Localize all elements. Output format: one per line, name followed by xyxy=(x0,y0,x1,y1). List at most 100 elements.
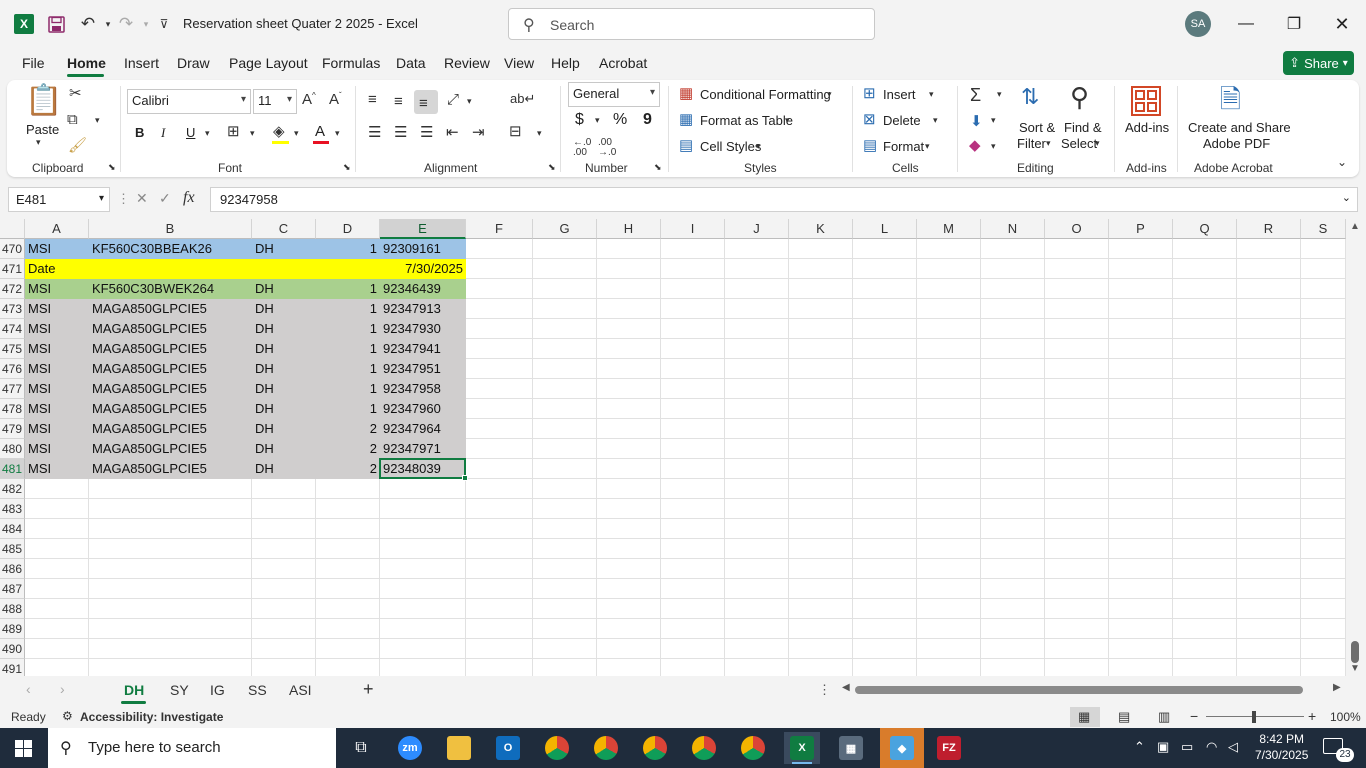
cell-b483[interactable] xyxy=(89,499,252,519)
column-header-n[interactable]: N xyxy=(981,219,1045,239)
cell-e478[interactable]: 92347960 xyxy=(380,399,466,419)
zoom-app-icon[interactable]: zm xyxy=(392,732,428,764)
cell-c479[interactable]: DH xyxy=(252,419,316,439)
cell-a471[interactable]: Date xyxy=(25,259,89,279)
conditional-formatting-icon[interactable]: ▦ xyxy=(679,86,693,101)
cell-d481[interactable]: 2 xyxy=(316,459,380,479)
clear-icon[interactable]: ◆ xyxy=(969,138,981,153)
cell-c482[interactable] xyxy=(252,479,316,499)
cell-a489[interactable] xyxy=(25,619,89,639)
cell-d486[interactable] xyxy=(316,559,380,579)
menu-formulas[interactable]: Formulas xyxy=(322,55,380,71)
windows-start-icon[interactable] xyxy=(15,740,32,757)
column-header-h[interactable]: H xyxy=(597,219,661,239)
row-header[interactable]: 473 xyxy=(0,299,25,319)
format-cells-button[interactable]: Format xyxy=(883,139,924,154)
cell-e487[interactable] xyxy=(380,579,466,599)
fill-color-icon[interactable]: ◈ xyxy=(273,124,285,139)
cell-e488[interactable] xyxy=(380,599,466,619)
excel-taskbar-icon[interactable]: X xyxy=(784,732,820,764)
cell-e483[interactable] xyxy=(380,499,466,519)
cell-d470[interactable]: 1 xyxy=(316,239,380,259)
scroll-up-icon[interactable]: ▲ xyxy=(1350,221,1360,232)
conditional-formatting-button[interactable]: Conditional Formatting xyxy=(700,87,831,102)
sort-filter-label-1[interactable]: Sort & xyxy=(1019,120,1055,135)
row-header[interactable]: 486 xyxy=(0,559,25,579)
cell-c488[interactable] xyxy=(252,599,316,619)
chrome-profile-3-icon[interactable] xyxy=(637,732,673,764)
cell-d484[interactable] xyxy=(316,519,380,539)
row-header[interactable]: 491 xyxy=(0,659,25,676)
column-header-m[interactable]: M xyxy=(917,219,981,239)
align-center-icon[interactable]: ☰ xyxy=(394,125,407,140)
align-top-icon[interactable]: ≡ xyxy=(368,92,377,107)
cell-b476[interactable]: MAGA850GLPCIE5 xyxy=(89,359,252,379)
menu-acrobat[interactable]: Acrobat xyxy=(599,55,647,71)
cell-c486[interactable] xyxy=(252,559,316,579)
borders-dropdown-icon[interactable]: ▾ xyxy=(250,129,255,138)
cell-e474[interactable]: 92347930 xyxy=(380,319,466,339)
sheet-tab-ss[interactable]: SS xyxy=(248,682,267,698)
borders-icon[interactable]: ⊞ xyxy=(227,124,240,139)
enter-icon[interactable]: ✓ xyxy=(159,190,171,207)
align-left-icon[interactable]: ☰ xyxy=(368,125,381,140)
conditional-formatting-dropdown-icon[interactable]: ▾ xyxy=(827,90,832,99)
row-header[interactable]: 489 xyxy=(0,619,25,639)
column-header-e[interactable]: E xyxy=(380,219,466,239)
row-header[interactable]: 477 xyxy=(0,379,25,399)
scroll-down-icon[interactable]: ▼ xyxy=(1350,663,1360,674)
merge-center-icon[interactable]: ⊟ xyxy=(509,124,522,139)
sheet-tab-asi[interactable]: ASI xyxy=(289,682,312,698)
copy-icon[interactable]: ⧉ xyxy=(67,112,78,127)
zoom-slider-thumb[interactable] xyxy=(1252,711,1256,723)
expand-formula-icon[interactable]: ⌄ xyxy=(1342,191,1351,204)
cell-a479[interactable]: MSI xyxy=(25,419,89,439)
cell-d488[interactable] xyxy=(316,599,380,619)
meet-now-icon[interactable]: ▣ xyxy=(1157,739,1169,755)
cell-a472[interactable]: MSI xyxy=(25,279,89,299)
row-header[interactable]: 487 xyxy=(0,579,25,599)
font-launcher-icon[interactable]: ⬊ xyxy=(343,163,351,172)
row-header[interactable]: 478 xyxy=(0,399,25,419)
column-header-f[interactable]: F xyxy=(466,219,533,239)
italic-button[interactable]: I xyxy=(161,125,165,141)
menu-view[interactable]: View xyxy=(504,55,534,71)
sort-filter-icon[interactable]: ⇅ xyxy=(1021,86,1039,108)
orientation-dropdown-icon[interactable]: ▾ xyxy=(467,97,472,106)
chrome-profile-5-icon[interactable] xyxy=(735,732,771,764)
outlook-icon[interactable]: O xyxy=(490,732,526,764)
currency-button[interactable]: $ xyxy=(575,111,584,129)
cell-d478[interactable]: 1 xyxy=(316,399,380,419)
find-select-icon[interactable]: ⚲ xyxy=(1070,84,1089,110)
row-header[interactable]: 480 xyxy=(0,439,25,459)
cell-styles-dropdown-icon[interactable]: ▾ xyxy=(756,142,761,151)
cell-a483[interactable] xyxy=(25,499,89,519)
menu-home[interactable]: Home xyxy=(67,55,106,71)
cell-e486[interactable] xyxy=(380,559,466,579)
cell-a480[interactable]: MSI xyxy=(25,439,89,459)
increase-indent-icon[interactable]: ⇥ xyxy=(472,125,485,140)
alignment-launcher-icon[interactable]: ⬊ xyxy=(548,163,556,172)
font-color-dropdown-icon[interactable]: ▾ xyxy=(335,129,340,138)
insert-cells-dropdown-icon[interactable]: ▾ xyxy=(929,90,934,99)
menu-review[interactable]: Review xyxy=(444,55,490,71)
find-select-label-2[interactable]: Select xyxy=(1061,136,1097,151)
cell-c485[interactable] xyxy=(252,539,316,559)
sheet-tab-dh[interactable]: DH xyxy=(124,682,144,698)
merge-dropdown-icon[interactable]: ▾ xyxy=(537,129,542,138)
cell-c483[interactable] xyxy=(252,499,316,519)
cell-d471[interactable] xyxy=(316,259,380,279)
cell-b479[interactable]: MAGA850GLPCIE5 xyxy=(89,419,252,439)
cell-b475[interactable]: MAGA850GLPCIE5 xyxy=(89,339,252,359)
format-as-table-button[interactable]: Format as Table xyxy=(700,113,793,128)
create-pdf-label-1[interactable]: Create and Share xyxy=(1188,120,1291,135)
column-header-c[interactable]: C xyxy=(252,219,316,239)
cell-e476[interactable]: 92347951 xyxy=(380,359,466,379)
column-header-d[interactable]: D xyxy=(316,219,380,239)
cell-b486[interactable] xyxy=(89,559,252,579)
clipboard-launcher-icon[interactable]: ⬊ xyxy=(108,163,116,172)
cell-c481[interactable]: DH xyxy=(252,459,316,479)
cell-a487[interactable] xyxy=(25,579,89,599)
clear-dropdown-icon[interactable]: ▾ xyxy=(991,142,996,151)
cell-b487[interactable] xyxy=(89,579,252,599)
